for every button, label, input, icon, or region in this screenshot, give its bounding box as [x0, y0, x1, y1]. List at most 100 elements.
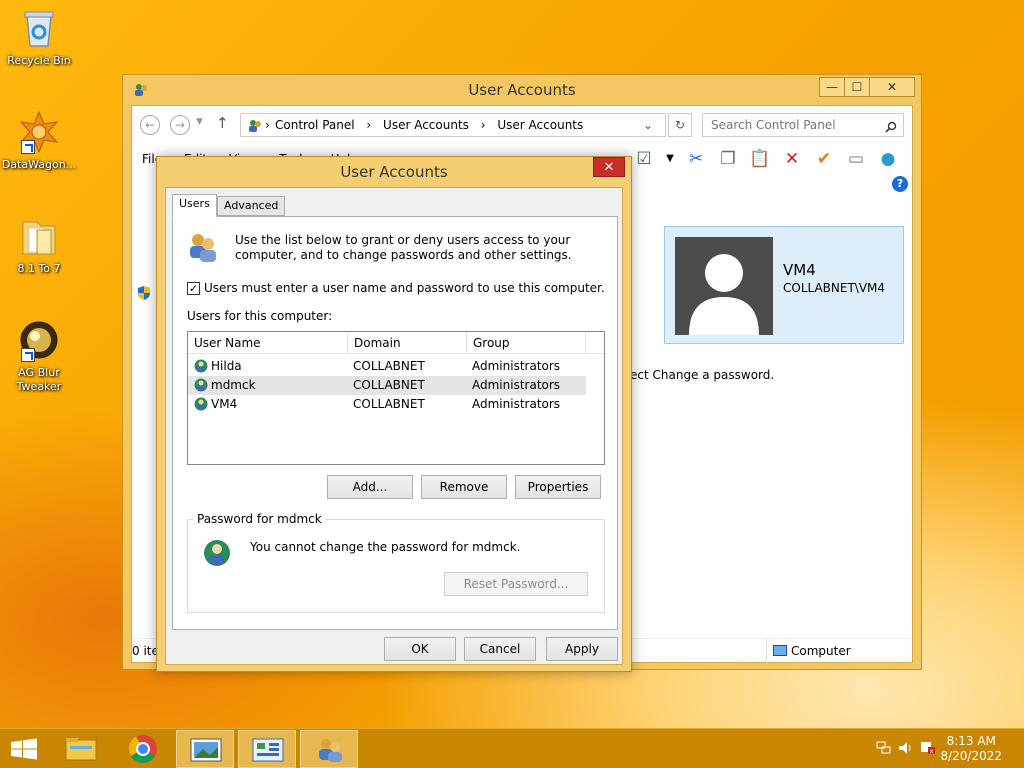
status-item-count: 0 ite — [132, 644, 159, 658]
require-password-checkbox[interactable]: ✓ — [187, 281, 200, 295]
shortcut-arrow-icon — [21, 348, 35, 362]
taskbar: x 8:13 AM 8/20/2022 — [0, 728, 1024, 768]
column-header-group[interactable]: Group — [467, 332, 586, 354]
help-icon[interactable]: ? — [892, 176, 908, 192]
delete-icon[interactable]: ✕ — [780, 148, 804, 170]
user-accounts-dialog: User Accounts ✕ Users Advanced Use the l… — [156, 156, 632, 672]
copy-icon[interactable]: ❐ — [716, 148, 740, 170]
reset-password-button[interactable]: Reset Password... — [444, 572, 588, 596]
shortcut-arrow-icon — [21, 140, 35, 154]
properties-icon[interactable]: ▭ — [844, 148, 868, 170]
users-list-header: User Name Domain Group — [188, 332, 604, 354]
recent-locations-chevron-icon[interactable]: ▼ — [196, 117, 203, 127]
cancel-button[interactable]: Cancel — [464, 637, 536, 661]
chrome-icon — [128, 735, 157, 763]
row-domain: COLLABNET — [353, 397, 425, 411]
action-center-icon[interactable]: x — [920, 741, 936, 756]
volume-icon[interactable] — [898, 741, 914, 755]
remove-user-button[interactable]: Remove — [421, 475, 507, 499]
desktop-icon-recycle-bin[interactable]: Recycle Bin — [0, 6, 78, 68]
properties-button[interactable]: Properties — [515, 475, 601, 499]
breadcrumb-separator: › — [366, 118, 372, 132]
breadcrumb-separator: › — [265, 118, 270, 132]
current-user-card[interactable]: VM4 COLLABNET\VM4 — [664, 226, 904, 344]
file-explorer-icon — [65, 738, 97, 761]
current-user-domain: COLLABNET\VM4 — [783, 281, 886, 295]
taskbar-user-accounts[interactable] — [300, 730, 358, 768]
password-group-label: Password for mdmck — [194, 512, 325, 526]
windows-logo-icon — [11, 738, 37, 760]
search-input[interactable]: Search Control Panel — [702, 113, 904, 137]
shell-globe-icon[interactable]: ● — [876, 148, 900, 170]
tab-users[interactable]: Users — [172, 194, 217, 217]
cut-icon[interactable]: ✂ — [684, 148, 708, 170]
user-accounts-icon — [319, 739, 342, 762]
up-arrow-icon[interactable]: ↑ — [216, 114, 229, 132]
start-button[interactable] — [0, 730, 48, 768]
forward-button[interactable]: → — [170, 115, 190, 135]
table-row[interactable]: VM4 COLLABNET Administrators — [188, 395, 586, 414]
row-user-name: VM4 — [211, 397, 238, 411]
users-list[interactable]: User Name Domain Group Hilda COLLABNET A… — [187, 331, 605, 465]
navigation-bar: ← → ▼ ↑ › Control Panel › User Accounts … — [132, 106, 912, 144]
desktop: Recycle Bin DataWagon... 8.1 To 7 AG Blu… — [0, 0, 1024, 728]
taskbar-photos[interactable] — [176, 730, 234, 768]
folder-icon — [17, 214, 61, 258]
breadcrumb-control-panel[interactable]: Control Panel — [275, 118, 355, 132]
breadcrumb-user-accounts[interactable]: User Accounts — [383, 118, 469, 132]
domain-user-icon — [194, 359, 209, 374]
refresh-button[interactable]: ↻ — [668, 113, 692, 137]
dialog-close-button[interactable]: ✕ — [593, 157, 625, 177]
window-title: User Accounts — [468, 81, 576, 99]
domain-user-icon — [202, 538, 234, 570]
desktop-icon-folder[interactable]: 8.1 To 7 — [0, 214, 78, 276]
column-header-domain[interactable]: Domain — [348, 332, 467, 354]
apply-button[interactable]: Apply — [546, 637, 618, 661]
photo-viewer-icon — [190, 738, 222, 762]
desktop-icon-ag-blur-tweaker[interactable]: AG Blur Tweaker — [0, 318, 78, 394]
control-panel-icon — [252, 738, 284, 762]
taskbar-file-explorer[interactable] — [52, 730, 110, 768]
row-group: Administrators — [472, 359, 561, 373]
dropdown-chevron-icon[interactable]: ▼ — [664, 148, 676, 170]
password-info-text: You cannot change the password for mdmck… — [250, 540, 521, 554]
desktop-icon-label: AG Blur Tweaker — [16, 366, 62, 393]
search-icon — [885, 118, 897, 133]
breadcrumb-separator: › — [480, 118, 486, 132]
address-dropdown-chevron-icon[interactable]: ⌄ — [643, 114, 653, 136]
clock[interactable]: 8:13 AM 8/20/2022 — [940, 734, 1002, 764]
paste-icon[interactable]: 📋 — [748, 148, 772, 170]
search-placeholder: Search Control Panel — [711, 118, 836, 132]
svg-text:x: x — [930, 748, 934, 756]
current-user-name: VM4 — [783, 261, 816, 279]
control-panel-icon — [247, 118, 263, 132]
breadcrumb-user-accounts-current[interactable]: User Accounts — [497, 118, 583, 132]
column-header-user-name[interactable]: User Name — [188, 332, 348, 354]
checklist-icon[interactable]: ☑ — [632, 148, 656, 170]
maximize-button[interactable]: ☐ — [844, 77, 870, 97]
change-password-link-text[interactable]: ect Change a password. — [630, 368, 774, 382]
users-tab-panel: Use the list below to grant or deny user… — [172, 216, 618, 630]
row-group: Administrators — [472, 397, 561, 411]
address-bar[interactable]: › Control Panel › User Accounts › User A… — [240, 113, 666, 137]
desktop-icon-datawagon[interactable]: DataWagon... — [0, 110, 78, 172]
taskbar-chrome[interactable] — [114, 730, 172, 768]
status-zone: Computer — [766, 639, 914, 663]
close-button[interactable]: ✕ — [869, 77, 915, 97]
minimize-button[interactable]: — — [819, 77, 845, 97]
add-user-button[interactable]: Add... — [327, 475, 413, 499]
clock-date: 8/20/2022 — [940, 749, 1002, 763]
network-icon[interactable] — [876, 741, 892, 755]
dialog-body: Users Advanced Use the list below to gra… — [165, 187, 623, 665]
datawagon-icon — [17, 110, 61, 154]
taskbar-control-panel[interactable] — [238, 730, 296, 768]
back-button[interactable]: ← — [140, 115, 160, 135]
ok-button[interactable]: OK — [384, 637, 456, 661]
table-row[interactable]: Hilda COLLABNET Administrators — [188, 357, 586, 376]
desktop-icon-label: Recycle Bin — [7, 54, 71, 67]
checkmark-icon[interactable]: ✔ — [812, 148, 836, 170]
password-groupbox: Password for mdmck You cannot change the… — [187, 512, 605, 613]
table-row[interactable]: mdmck COLLABNET Administrators — [188, 376, 586, 395]
tab-advanced[interactable]: Advanced — [217, 196, 286, 216]
require-password-checkbox-row[interactable]: ✓ Users must enter a user name and passw… — [187, 281, 605, 295]
